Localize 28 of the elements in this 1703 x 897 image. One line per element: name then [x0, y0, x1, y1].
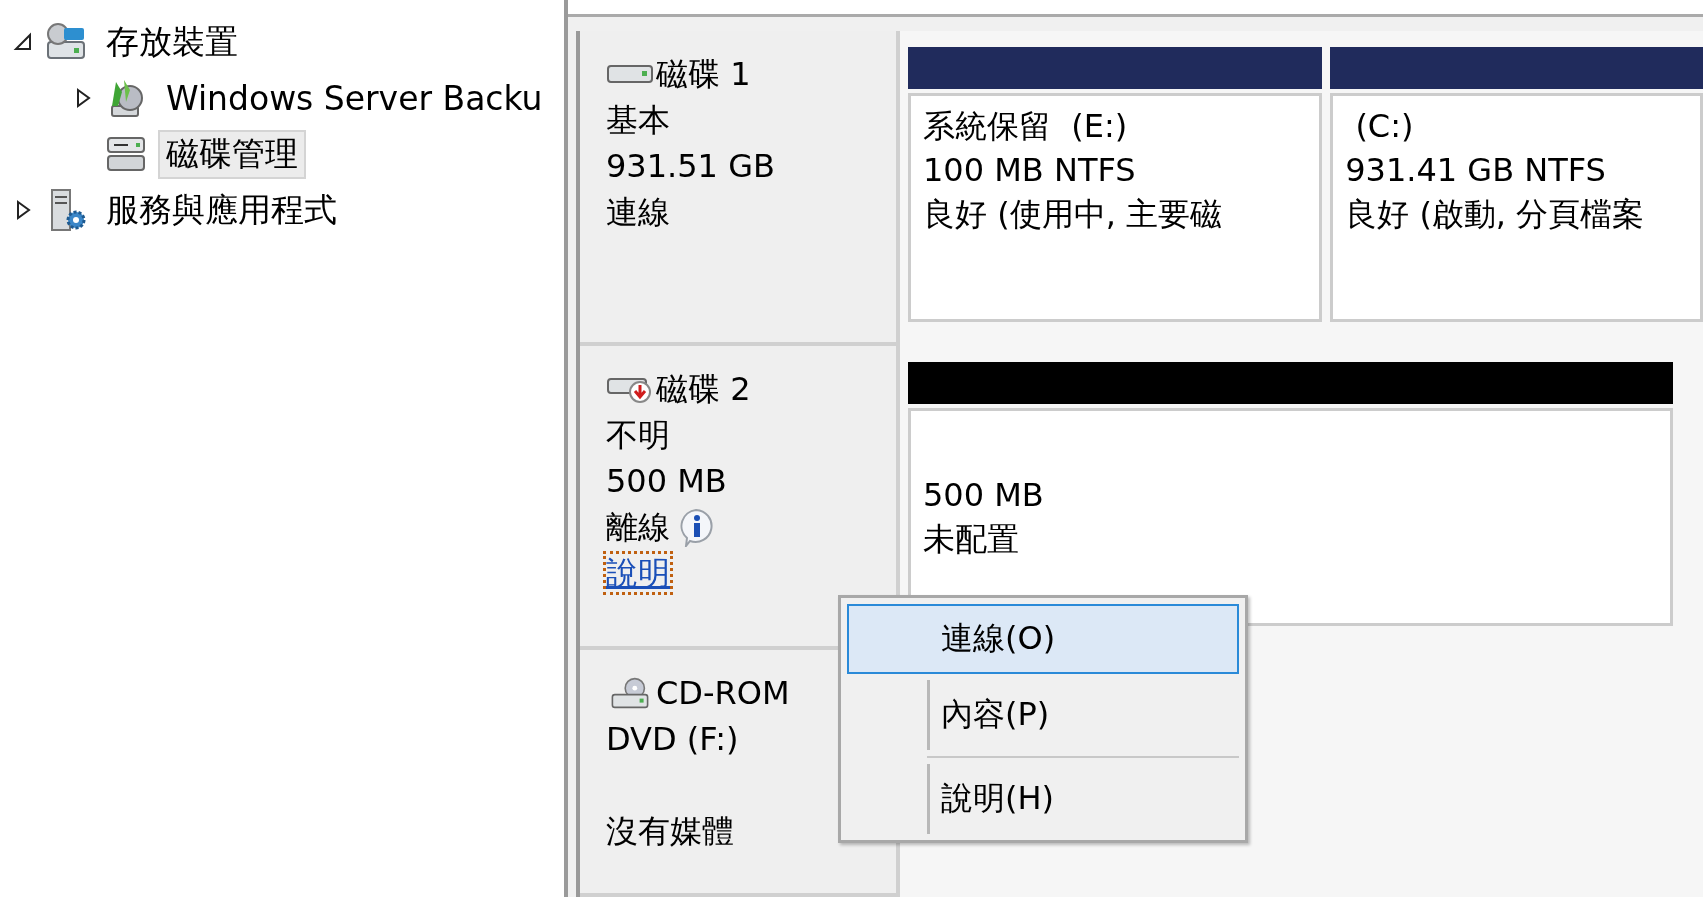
disk-info: 不明	[606, 415, 671, 456]
disk-info: DVD (F:)	[606, 719, 740, 760]
help-link[interactable]: 說明	[606, 554, 670, 592]
menu-item[interactable]: 連線(O)	[847, 604, 1239, 674]
disk-info: 基本	[606, 100, 671, 141]
partition-info: 良好 (使用中, 主要磁	[923, 194, 1223, 235]
disk-info: 連線	[606, 192, 671, 233]
collapse-arrow-icon[interactable]	[12, 31, 34, 53]
disk-info: 931.51 GB	[606, 146, 776, 187]
partition-info: 931.41 GB NTFS	[1345, 150, 1607, 191]
disk-status: 離線	[606, 507, 670, 548]
disk-info: 500 MB	[606, 461, 728, 502]
disk-name: 磁碟 2	[656, 369, 751, 410]
disk-name: CD-ROM	[656, 673, 790, 714]
partition-info: 500 MB	[923, 475, 1045, 516]
partition-info: (C:)	[1354, 106, 1415, 147]
partition-box[interactable]: (C:) 931.41 GB NTFS 良好 (啟動, 分頁檔案	[1330, 93, 1703, 322]
disk-status: 沒有媒體	[606, 811, 735, 852]
disk-name: 磁碟 1	[656, 54, 751, 95]
partition-info: 未配置	[923, 519, 1020, 560]
partition-box[interactable]: 系統保留 (E:) 100 MB NTFS 良好 (使用中, 主要磁	[908, 93, 1323, 322]
tree-item[interactable]: 存放裝置	[98, 17, 246, 67]
tree-item[interactable]: 磁碟管理	[158, 129, 306, 179]
tree-item[interactable]: Windows Server Backu	[158, 76, 551, 120]
partition-info: 良好 (啟動, 分頁檔案	[1345, 194, 1646, 235]
partition-info: 系統保留 (E:)	[923, 106, 1129, 147]
partition-info: 100 MB NTFS	[923, 150, 1137, 191]
tree-item[interactable]: 服務與應用程式	[98, 185, 345, 235]
